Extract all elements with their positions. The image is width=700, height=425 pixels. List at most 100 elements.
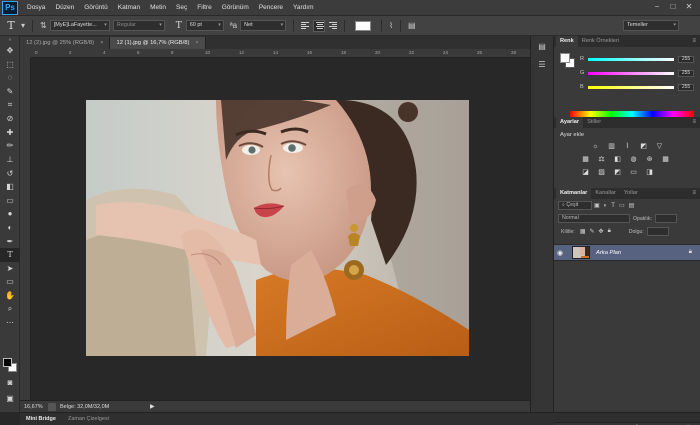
tab-styles[interactable]: Stiller [583,117,605,128]
menu-goruntu[interactable]: Görüntü [79,4,113,11]
menu-gorunum[interactable]: Görünüm [217,4,254,11]
slider-track[interactable] [588,85,674,89]
blue-value[interactable]: 255 [678,83,694,91]
menu-dosya[interactable]: Dosya [22,4,50,11]
pixel-filter-icon[interactable]: ▣ [594,202,600,209]
clone-stamp-tool-icon[interactable]: ⊥ [0,153,20,167]
healing-brush-tool-icon[interactable]: ✚ [0,126,20,140]
workspace-select[interactable]: Temeller ▾ [623,20,679,31]
history-panel-icon[interactable]: ▤ [535,42,549,54]
green-slider[interactable]: G 255 [580,69,694,77]
vibrance-icon[interactable]: ▽ [654,142,665,151]
zoom-level[interactable]: 16,67% [20,404,44,410]
blue-slider[interactable]: B 255 [580,83,694,91]
channel-mixer-icon[interactable]: ⊛ [644,155,655,164]
red-slider[interactable]: R 255 [580,55,694,63]
lasso-tool-icon[interactable]: ◌ [0,71,20,85]
shape-tool-icon[interactable]: ▭ [0,275,20,289]
eyedropper-tool-icon[interactable]: ⊘ [0,112,20,126]
crop-tool-icon[interactable]: ⌗ [0,98,20,112]
canvas-area[interactable] [31,58,530,400]
close-icon[interactable]: × [100,40,103,46]
brightness-icon[interactable]: ☼ [590,142,601,151]
collapse-toolbar-icon[interactable]: » [0,36,20,44]
shape-filter-icon[interactable]: ▭ [619,202,625,209]
tab-swatches[interactable]: Renk Örnekleri [578,36,623,47]
align-right-button[interactable] [327,20,339,32]
tab-color[interactable]: Renk [556,36,578,47]
curves-icon[interactable]: ⌇ [622,142,633,151]
layer-name[interactable]: Arka Plan [596,250,689,256]
type-filter-icon[interactable]: T [611,203,615,209]
eye-icon[interactable]: ◉ [554,249,566,257]
invert-icon[interactable]: ◪ [580,168,591,177]
close-button[interactable]: ✕ [682,2,696,12]
marquee-tool-icon[interactable]: ⬚ [0,58,20,72]
pen-tool-icon[interactable]: ✒ [0,234,20,248]
zoom-tool-icon[interactable]: ⌕ [0,302,20,316]
selective-color-icon[interactable]: ◨ [644,168,655,177]
font-family-select[interactable]: [MyE]LaFayette... ▾ [49,20,110,31]
font-style-select[interactable]: Regular ▾ [112,20,165,31]
history-brush-tool-icon[interactable]: ↺ [0,166,20,180]
properties-panel-icon[interactable]: ☰ [535,60,549,72]
align-center-button[interactable] [313,19,326,32]
type-tool-icon[interactable]: T [0,247,20,262]
hue-saturation-icon[interactable]: ▦ [580,155,591,164]
tab-adjustments[interactable]: Ayarlar [556,117,584,128]
tab-channels[interactable]: Kanallar [591,188,620,199]
posterize-icon[interactable]: ▨ [596,168,607,177]
menu-yardim[interactable]: Yardım [288,4,318,11]
lock-transparency-icon[interactable]: ▦ [580,228,586,235]
exposure-icon[interactable]: ◩ [638,142,649,151]
fill-input[interactable] [646,227,669,236]
lock-position-icon[interactable]: ✥ [599,228,604,235]
font-size-select[interactable]: 60 pt ▾ [185,20,224,31]
share-icon[interactable] [48,402,56,411]
lock-all-icon[interactable]: 🔒︎ [608,228,611,235]
blend-mode-select[interactable]: Normal [558,214,630,223]
foreground-color[interactable] [3,358,12,367]
chevron-right-icon[interactable]: ▶ [150,403,155,410]
quick-select-tool-icon[interactable]: ✎ [0,85,20,99]
layer-row[interactable]: ◉ Arka Plan 🔒︎ [554,244,700,261]
menu-metin[interactable]: Metin [145,4,171,11]
menu-duzen[interactable]: Düzen [50,4,79,11]
document-image[interactable] [86,100,469,356]
adjustment-filter-icon[interactable]: ◐ [604,203,608,209]
menu-pencere[interactable]: Pencere [254,4,288,11]
align-left-button[interactable] [299,20,311,32]
gradient-map-icon[interactable]: ▭ [628,168,639,177]
tab-mini-bridge[interactable]: Mini Bridge [20,416,62,422]
maximize-button[interactable]: □ [666,2,680,12]
levels-icon[interactable]: ▥ [606,142,617,151]
more-tools-icon[interactable]: ⋯ [0,316,20,330]
close-icon[interactable]: × [195,40,198,46]
brush-tool-icon[interactable]: ✏ [0,139,20,153]
path-selection-tool-icon[interactable]: ➤ [0,262,20,276]
lock-pixels-icon[interactable]: ✎ [590,228,595,235]
menu-filtre[interactable]: Filtre [192,4,216,11]
tab-layers[interactable]: Katmanlar [556,188,592,199]
panel-menu-icon[interactable]: ≡ [692,38,696,44]
screen-mode-icon[interactable]: ▣ [0,392,20,406]
tab-timeline[interactable]: Zaman Çizelgesi [62,416,115,422]
text-orientation-icon[interactable]: ⇅ [40,21,47,30]
layer-filter-select[interactable]: ⌕ Çeşit [558,201,592,210]
antialias-select[interactable]: Net ▾ [240,20,287,31]
threshold-icon[interactable]: ◩ [612,168,623,177]
smart-object-filter-icon[interactable]: ▤ [629,202,635,209]
hand-tool-icon[interactable]: ✋ [0,289,20,303]
character-panel-icon[interactable]: ▤ [408,21,416,30]
black-white-icon[interactable]: ◧ [612,155,623,164]
text-color-swatch[interactable] [355,20,372,31]
color-lookup-icon[interactable]: ▦ [660,155,671,164]
slider-track[interactable] [588,71,674,75]
eraser-tool-icon[interactable]: ◧ [0,180,20,194]
minimize-button[interactable]: − [650,2,664,12]
color-swatches[interactable] [3,358,17,372]
slider-track[interactable] [588,57,674,61]
tab-paths[interactable]: Yollar [620,188,642,199]
menu-sec[interactable]: Seç [171,4,192,11]
warp-text-icon[interactable]: ⌇ [389,21,393,30]
